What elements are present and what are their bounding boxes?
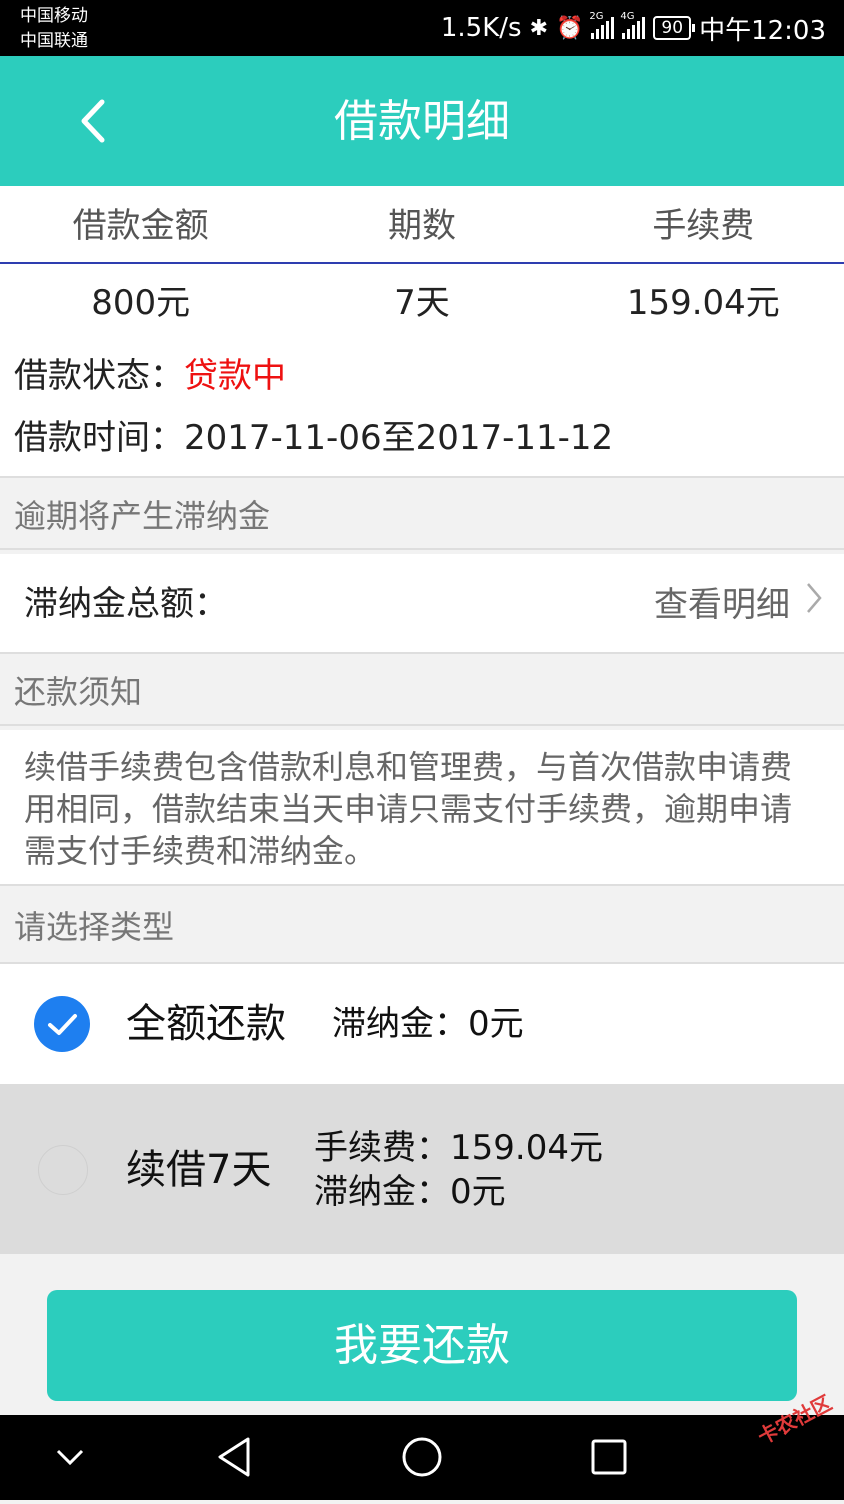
alarm-icon: ⏰	[556, 15, 584, 41]
network-speed: 1.5K/s	[440, 13, 522, 43]
loan-term: 7天	[394, 283, 450, 323]
type-section-label: 请选择类型	[0, 884, 844, 964]
notice-section-label: 还款须知	[0, 652, 844, 726]
nav-home-icon[interactable]	[400, 1415, 444, 1500]
overdue-section-label: 逾期将产生滞纳金	[0, 476, 844, 550]
carrier-1: 中国移动	[20, 6, 88, 26]
option-name: 全额还款	[126, 1001, 286, 1047]
column-header: 借款金额	[72, 206, 209, 246]
late-fee-total-row[interactable]: 滞纳金总额： 查看明细	[0, 554, 844, 652]
checkmark-icon	[48, 1014, 77, 1035]
app-header: 借款明细	[0, 56, 844, 186]
service-fee: 159.04元	[626, 283, 780, 323]
nav-back-icon[interactable]	[214, 1415, 254, 1500]
radio-unchecked[interactable]	[38, 1145, 88, 1195]
view-detail-link[interactable]: 查看明细	[654, 580, 824, 629]
loan-time-label: 借款时间：	[14, 418, 184, 458]
radio-checked[interactable]	[34, 996, 90, 1052]
late-fee-total-label: 滞纳金总额：	[24, 584, 228, 624]
signal-icon-2: 4G	[620, 11, 646, 39]
column-header: 期数	[387, 206, 456, 246]
option-renew-7-days[interactable]: 续借7天 手续费：159.04元 滞纳金：0元	[0, 1084, 844, 1254]
loan-status-value: 贷款中	[184, 356, 286, 396]
clock: 中午12:03	[699, 15, 826, 46]
nav-collapse-icon[interactable]	[52, 1415, 88, 1500]
loan-summary: 借款金额 期数 手续费 800元 7天 159.04元 借款状态：贷款中 借款时…	[0, 186, 844, 476]
column-header: 手续费	[652, 206, 755, 246]
loan-amount: 800元	[91, 283, 191, 323]
loan-status-row: 借款状态：贷款中	[14, 352, 286, 400]
nav-recents-icon[interactable]	[590, 1415, 628, 1500]
option-late-fee: 滞纳金：0元	[332, 1004, 524, 1044]
chevron-right-icon	[804, 580, 824, 629]
option-fee: 手续费：159.04元	[314, 1128, 603, 1168]
loan-status-label: 借款状态：	[14, 356, 184, 396]
loan-time-value: 2017-11-06至2017-11-12	[184, 418, 614, 458]
view-detail-label: 查看明细	[654, 584, 790, 625]
status-icons: 1.5K/s ✱ ⏰ 2G 4G 90 中午12:03	[440, 11, 826, 46]
summary-value-row: 800元 7天 159.04元	[0, 264, 844, 342]
page-title: 借款明细	[334, 96, 510, 147]
repay-button[interactable]: 我要还款	[47, 1290, 797, 1401]
signal-icon-1: 2G	[589, 11, 615, 39]
summary-header-row: 借款金额 期数 手续费	[0, 186, 844, 264]
repayment-notice: 续借手续费包含借款利息和管理费，与首次借款申请费用相同，借款结束当天申请只需支付…	[0, 730, 844, 884]
option-late-fee: 滞纳金：0元	[314, 1172, 506, 1212]
status-bar: 中国移动 中国联通 1.5K/s ✱ ⏰ 2G 4G 90 中午12:03	[0, 0, 844, 56]
option-full-repayment[interactable]: 全额还款 滞纳金：0元	[0, 964, 844, 1084]
bluetooth-icon: ✱	[529, 15, 549, 41]
battery-icon: 90	[653, 16, 695, 40]
notice-text: 续借手续费包含借款利息和管理费，与首次借款申请费用相同，借款结束当天申请只需支付…	[24, 748, 793, 870]
loan-time-row: 借款时间：2017-11-06至2017-11-12	[14, 414, 613, 462]
system-nav-bar	[0, 1415, 844, 1500]
carrier-2: 中国联通	[20, 31, 88, 51]
option-name: 续借7天	[126, 1147, 272, 1193]
